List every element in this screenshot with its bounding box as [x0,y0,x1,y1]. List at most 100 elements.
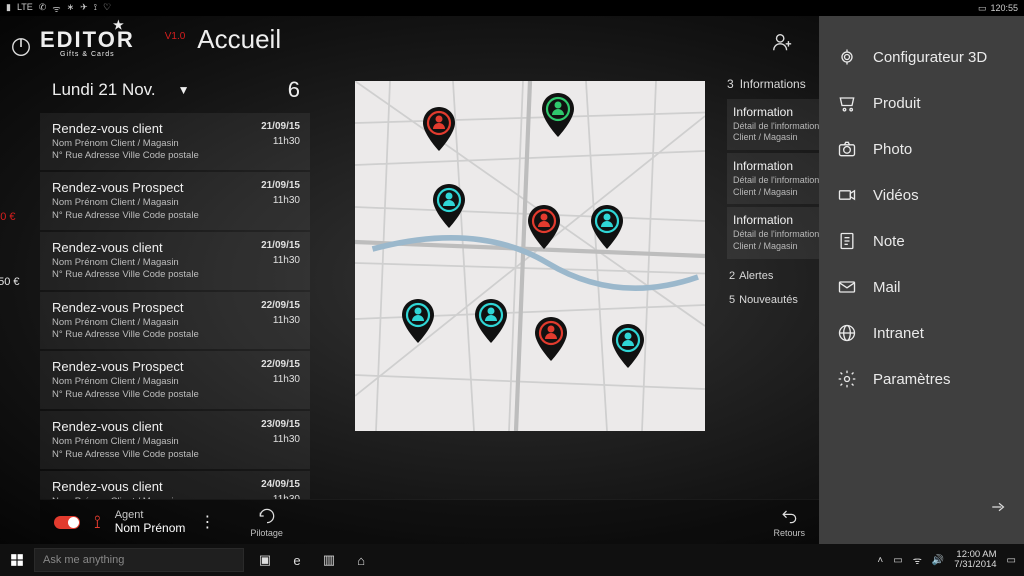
cam3d-icon [837,47,857,67]
drawer-item-globe[interactable]: Intranet [819,310,1024,356]
info-line: Détail de l'information [733,121,813,133]
search-placeholder: Ask me anything [43,554,124,566]
appt-title: Rendez-vous Prospect [52,359,261,374]
mail-icon [837,277,857,297]
appt-client: Nom Prénom Client / Magasin [52,257,261,269]
tray-wifi-icon[interactable]: ᯤ [913,553,922,567]
price-red: 000 € [0,211,16,223]
info-card[interactable]: InformationDétail de l'informationClient… [727,153,819,204]
info-title: Information [733,159,813,173]
appt-client: Nom Prénom Client / Magasin [52,317,261,329]
drawer-item-mail[interactable]: Mail [819,264,1024,310]
appt-time: 11h30 [261,374,300,385]
drawer-item-cam3d[interactable]: Configurateur 3D [819,34,1024,80]
map-pin[interactable] [422,107,456,151]
map-pin[interactable] [534,317,568,361]
taskbar-clock[interactable]: 12:00 AM 7/31/2014 [954,550,996,571]
note-icon [837,231,857,251]
drawer-item-note[interactable]: Note [819,218,1024,264]
appointments-column: Lundi 21 Nov. ▼ 6 Rendez-vous client Nom … [40,69,310,499]
pin-drawer-button[interactable] [974,488,1024,526]
store-icon[interactable]: ⌂ [346,544,376,576]
tray-volume-icon[interactable]: 🔊 [932,555,944,566]
appointment-item[interactable]: Rendez-vous ProspectNom Prénom Client / … [40,292,310,350]
bookmark-icon[interactable]: ⟟ [94,512,101,533]
map-pin[interactable] [474,299,508,343]
appt-title: Rendez-vous client [52,240,261,255]
appointment-item[interactable]: Rendez-vous clientNom Prénom Client / Ma… [40,411,310,469]
more-icon[interactable]: ⋮ [199,512,214,532]
drawer-label: Paramètres [873,371,951,388]
drawer-item-gear[interactable]: Paramètres [819,356,1024,402]
taskbar-search[interactable]: Ask me anything [34,548,244,572]
app-version: V1.0 [165,31,186,42]
appointment-item[interactable]: Rendez-vous ProspectNom Prénom Client / … [40,172,310,230]
tray-battery-icon[interactable]: ▭ [893,555,902,566]
appointment-item[interactable]: Rendez-vous client Nom Prénom Client / Ma… [40,232,310,290]
map-pin[interactable] [590,205,624,249]
device-status-bar: ▮ LTE ✆ ᯤ ∗ ✈ ⟟ ♡ ▭ 120:55 [0,0,1024,16]
appointment-item[interactable]: Rendez-vous clientNom Prénom Client / Ma… [40,113,310,171]
date-picker[interactable]: Lundi 21 Nov. ▼ 6 [40,69,310,113]
power-button[interactable] [10,36,32,58]
appt-date: 21/09/15 [261,180,300,191]
notifications-icon[interactable]: ▭ [1007,555,1016,566]
taskview-icon[interactable]: ▣ [250,544,280,576]
clock-date: 7/31/2014 [954,560,996,570]
drawer-item-camera[interactable]: Photo [819,126,1024,172]
appt-client: Nom Prénom Client / Magasin [52,436,261,448]
appt-address: N° Rue Adresse Ville Code postale [52,329,261,341]
page-title: Accueil [197,24,281,55]
news-header[interactable]: 5Nouveautés [727,286,819,310]
price-grey: 750 € [0,276,20,288]
tray-up-icon[interactable]: ˄ [877,555,883,566]
map-pin[interactable] [611,324,645,368]
explorer-icon[interactable]: ▥ [314,544,344,576]
camera-icon [837,139,857,159]
battery-text: 120:55 [990,3,1018,13]
map-pin[interactable] [527,205,561,249]
call-icon: ✆ [39,2,47,15]
agent-block[interactable]: Agent Nom Prénom [115,509,186,535]
agent-label: Agent [115,509,186,521]
record-toggle[interactable] [54,516,80,529]
appt-time: 11h30 [261,315,300,326]
info-title: Information [733,213,813,227]
map-pin[interactable] [401,299,435,343]
map-pin[interactable] [541,93,575,137]
bluetooth-icon: ∗ [67,2,75,15]
info-card[interactable]: InformationDétail de l'informationClient… [727,207,819,258]
drawer-label: Configurateur 3D [873,49,987,66]
pilotage-label: Pilotage [250,528,283,538]
info-line: Client / Magasin [733,132,813,144]
info-card[interactable]: InformationDétail de l'informationClient… [727,99,819,150]
map[interactable] [355,81,705,431]
chevron-down-icon: ▼ [178,83,190,97]
cart-icon [837,93,857,113]
add-user-button[interactable] [771,31,793,53]
start-button[interactable] [0,553,34,567]
signal-icon: ▮ [6,2,11,15]
app-header: ★EDITOR Gifts & Cards V1.0 Accueil [40,16,819,69]
drawer-item-video[interactable]: Vidéos [819,172,1024,218]
date-label: Lundi 21 Nov. [52,80,156,100]
taskbar-apps: ▣ e ▥ ⌂ [250,544,376,576]
appointment-list[interactable]: Rendez-vous client Nom Prénom Client / Ma… [40,113,310,499]
app-window: 000 € 750 € ★EDITOR Gifts & Cards V1.0 A… [0,16,1024,544]
map-column [310,69,723,499]
appointment-item[interactable]: Rendez-vous ProspectNom Prénom Client / … [40,351,310,409]
appt-address: N° Rue Adresse Ville Code postale [52,389,261,401]
brand-logo[interactable]: ★EDITOR Gifts & Cards [40,27,135,58]
drawer-label: Intranet [873,325,924,342]
edge-icon[interactable]: e [282,544,312,576]
info-line: Détail de l'information [733,229,813,241]
appointment-item[interactable]: Rendez-vous clientNom Prénom Client / Ma… [40,471,310,499]
agent-name: Nom Prénom [115,521,186,535]
appt-title: Rendez-vous client [52,479,261,494]
alerts-header[interactable]: 2Alertes [727,262,819,286]
back-button[interactable]: Retours [773,506,805,538]
pilotage-button[interactable]: Pilotage [250,506,283,538]
map-pin[interactable] [432,184,466,228]
drawer-item-cart[interactable]: Produit [819,80,1024,126]
appt-address: N° Rue Adresse Ville Code postale [52,150,261,162]
